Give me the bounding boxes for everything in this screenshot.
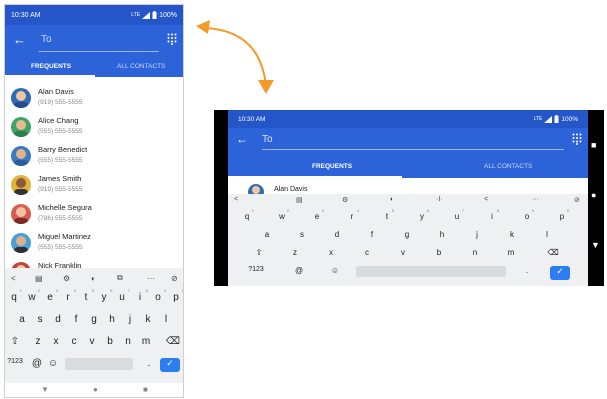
battery-percent: 100%	[561, 115, 578, 123]
key[interactable]: n	[468, 248, 482, 257]
key[interactable]: u7	[450, 208, 464, 221]
tab-frequents[interactable]: FREQUENTS	[312, 163, 352, 170]
mic-off-icon[interactable]: ⊘	[574, 196, 580, 204]
dialpad-icon[interactable]	[572, 133, 582, 145]
text-cursor-icon[interactable]: ·I·	[436, 196, 443, 203]
status-time: 10:30 AM	[238, 115, 266, 123]
key[interactable]: g	[400, 230, 414, 239]
key[interactable]: e3	[310, 208, 324, 221]
space-bar[interactable]	[356, 266, 506, 277]
tab-all-contacts[interactable]: ALL CONTACTS	[484, 163, 532, 170]
enter-key[interactable]: ✓	[550, 266, 570, 280]
back-nav-icon[interactable]: ▼	[591, 240, 600, 250]
key[interactable]: p0	[555, 208, 569, 221]
share-icon[interactable]: <	[484, 196, 488, 203]
backspace-key[interactable]: ⌫	[546, 248, 560, 257]
key[interactable]: a	[260, 230, 274, 239]
landscape-phone-screen: 10:30 AM LTE 100% ← To FREQUENTS ALL CON…	[228, 110, 588, 286]
key[interactable]: v	[396, 248, 410, 257]
at-key[interactable]: @	[292, 266, 306, 275]
contact-row[interactable]: Alan Davis	[228, 178, 588, 200]
key[interactable]: x	[324, 248, 338, 257]
contact-name: Alan Davis	[274, 186, 308, 193]
keyboard: < ▤ ⚙ ◐ ·I· < ··· ⊘ q1 w2 e3 r4 t5 y6 u7…	[228, 194, 588, 286]
key[interactable]: q1	[240, 208, 254, 221]
network-label: LTE	[533, 116, 543, 122]
key[interactable]: z	[288, 248, 302, 257]
back-arrow-icon[interactable]: ←	[236, 132, 248, 146]
key[interactable]: c	[360, 248, 374, 257]
to-field[interactable]: To	[262, 134, 273, 145]
key[interactable]: k	[505, 230, 519, 239]
key[interactable]: r4	[345, 208, 359, 221]
system-nav-bar: ■ ● ▼	[588, 110, 604, 286]
landscape-phone: 10:30 AM LTE 100% ← To FREQUENTS ALL CON…	[214, 110, 604, 286]
key[interactable]: l	[540, 230, 554, 239]
key[interactable]: i8	[485, 208, 499, 221]
shift-key[interactable]: ⇧	[252, 248, 266, 257]
key[interactable]: j	[470, 230, 484, 239]
to-appbar: ← To	[228, 128, 588, 154]
key[interactable]: t5	[380, 208, 394, 221]
theme-icon[interactable]: ◐	[390, 196, 394, 203]
signal-icon	[544, 115, 553, 123]
settings-icon[interactable]: ⚙	[342, 196, 348, 204]
more-icon[interactable]: ···	[532, 196, 539, 203]
home-nav-icon[interactable]: ●	[591, 190, 596, 200]
recents-nav-icon[interactable]: ■	[591, 140, 596, 150]
key[interactable]: y6	[415, 208, 429, 221]
status-bar: 10:30 AM LTE 100%	[228, 110, 588, 128]
keyboard-collapse-icon[interactable]: <	[234, 196, 238, 203]
keyboard-toolbar: < ▤ ⚙ ◐ ·I· < ··· ⊘	[228, 194, 588, 208]
key[interactable]: d	[330, 230, 344, 239]
key[interactable]: b	[432, 248, 446, 257]
battery-icon	[554, 115, 559, 123]
key[interactable]: m	[504, 248, 518, 257]
key[interactable]: s	[295, 230, 309, 239]
to-field-underline	[262, 149, 564, 150]
key[interactable]: w2	[275, 208, 289, 221]
emoji-key[interactable]: ☺	[328, 266, 342, 275]
key[interactable]: f	[365, 230, 379, 239]
key[interactable]: h	[435, 230, 449, 239]
symbols-key[interactable]: ?123	[244, 266, 268, 273]
contact-tabs: FREQUENTS ALL CONTACTS	[228, 154, 588, 178]
key[interactable]: o9	[520, 208, 534, 221]
clipboard-icon[interactable]: ▤	[296, 196, 303, 204]
period-key[interactable]: .	[520, 266, 534, 275]
